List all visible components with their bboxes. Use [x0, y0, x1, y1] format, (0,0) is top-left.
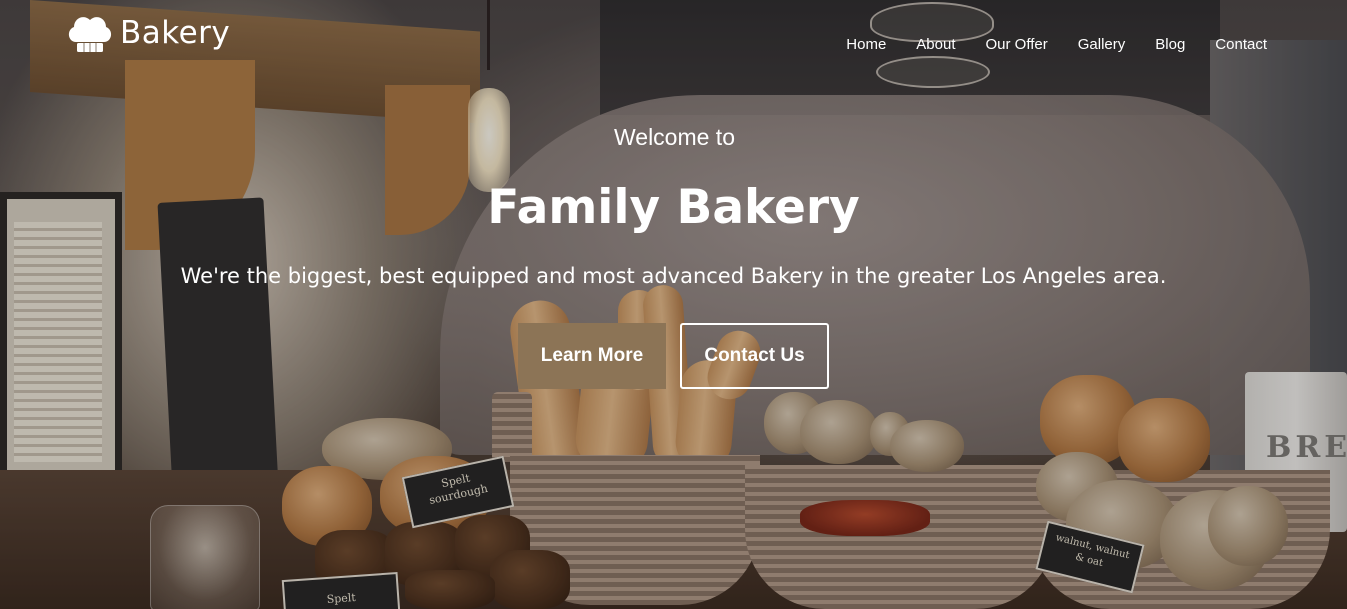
- nav-item-about[interactable]: About: [916, 36, 955, 53]
- hero-subtitle: We're the biggest, best equipped and mos…: [180, 264, 1167, 288]
- chef-hat-icon: [68, 17, 112, 52]
- hero-welcome-text: Welcome to: [613, 124, 735, 150]
- hero-title: Family Bakery: [487, 180, 860, 235]
- learn-more-button[interactable]: Learn More: [518, 323, 666, 389]
- nav-item-contact[interactable]: Contact: [1215, 36, 1267, 53]
- hero-section: BRE Spelt sourdough Spelt walnut, walnut…: [0, 0, 1347, 609]
- nav-item-our-offer[interactable]: Our Offer: [986, 36, 1048, 53]
- hero-buttons: Learn More Contact Us: [0, 323, 1347, 389]
- contact-us-button[interactable]: Contact Us: [680, 323, 829, 389]
- background-dark-overlay: [0, 0, 1347, 609]
- main-nav: Home About Our Offer Gallery Blog Contac…: [816, 36, 1267, 53]
- nav-item-blog[interactable]: Blog: [1155, 36, 1185, 53]
- nav-item-gallery[interactable]: Gallery: [1078, 36, 1126, 53]
- hero-welcome: Welcome to: [0, 124, 1347, 151]
- brand-name: Bakery: [120, 15, 231, 51]
- brand-logo[interactable]: Bakery: [66, 12, 230, 54]
- nav-item-home[interactable]: Home: [846, 36, 886, 53]
